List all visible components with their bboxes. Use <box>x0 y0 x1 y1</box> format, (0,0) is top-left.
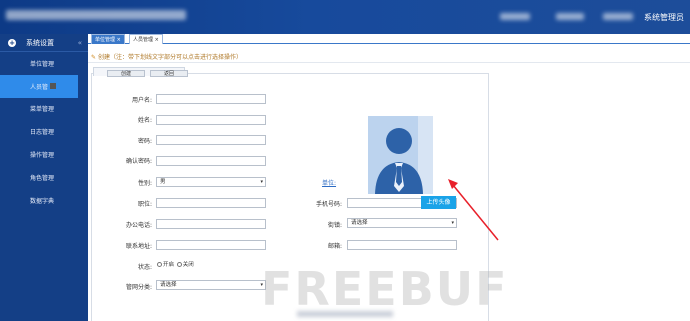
unit-link[interactable]: 单位: <box>322 178 336 187</box>
password-input[interactable] <box>156 135 266 145</box>
avatar-placeholder <box>368 116 433 194</box>
sidebar-item-label: 日志管理 <box>30 129 55 137</box>
sidebar-item-menu[interactable]: 菜单管理 <box>0 98 88 121</box>
chevron-down-icon: ▾ <box>260 282 263 288</box>
status-radio-group: 开启 关闭 <box>156 260 194 268</box>
email-input[interactable] <box>347 240 457 250</box>
sidebar-section-header[interactable]: + 系统设置 « <box>0 34 88 52</box>
street-select[interactable]: 请选择 ▾ <box>347 218 457 228</box>
upload-avatar-button[interactable]: 上传头像 <box>421 196 456 209</box>
sidebar-item-role[interactable]: 角色管理 <box>0 166 88 189</box>
system-admin-label[interactable]: 系统管理员 <box>644 12 684 23</box>
name-label: 姓名: <box>137 117 152 124</box>
office-phone-label: 办公电话: <box>125 222 152 229</box>
main-content: ✎ 创建（注：带下划线文字部分可以点击进行选择操作） 用户名: 姓名: 密码: 确… <box>88 45 690 321</box>
sidebar-item-label: 菜单管理 <box>30 106 55 114</box>
sidebar-section-title: 系统设置 <box>26 38 54 47</box>
sidebar-item-log[interactable]: 日志管理 <box>0 120 88 143</box>
position-label: 职位: <box>137 201 152 208</box>
status-label: 状态: <box>137 264 152 271</box>
collapse-icon[interactable]: « <box>78 39 82 47</box>
chevron-down-icon: ▾ <box>451 220 454 226</box>
sidebar-item-dictionary[interactable]: 数据字典 <box>0 189 88 212</box>
create-button[interactable]: 创建 <box>107 70 145 77</box>
cursor-icon <box>50 83 57 90</box>
confirm-password-label: 确认密码: <box>125 158 152 165</box>
tab-personnel-management[interactable]: 人员管理 × <box>129 34 163 44</box>
action-toolbar: 创建 返回 <box>93 67 188 77</box>
top-bar: 系统管理员 <box>0 0 690 34</box>
gender-select[interactable]: 男 ▾ <box>156 177 266 187</box>
status-open-radio[interactable] <box>157 262 162 267</box>
confirm-password-input[interactable] <box>156 156 266 166</box>
name-input[interactable] <box>156 115 266 125</box>
street-label: 街镇: <box>327 222 342 229</box>
password-label: 密码: <box>137 138 152 145</box>
blurred-user-info <box>556 13 584 20</box>
address-input[interactable] <box>156 240 266 250</box>
sidebar-item-label: 单位管理 <box>30 60 55 68</box>
gender-label: 性别: <box>137 180 152 187</box>
username-label: 用户名: <box>131 97 152 104</box>
sidebar-item-label: 数据字典 <box>30 197 55 205</box>
create-form: 用户名: 姓名: 密码: 确认密码: 性别: 男 ▾ 职位: 办公电话: 联系地址… <box>91 73 489 321</box>
user-silhouette-icon <box>368 116 433 194</box>
tab-bar: 单位管理 × 人员管理 × <box>88 34 690 44</box>
chevron-down-icon: ▾ <box>260 179 263 185</box>
plus-icon: + <box>8 38 16 47</box>
tab-unit-management[interactable]: 单位管理 × <box>91 34 125 44</box>
blurred-user-info <box>500 13 530 20</box>
sidebar-item-unit[interactable]: 单位管理 <box>0 52 88 75</box>
address-label: 联系地址: <box>125 243 152 250</box>
blurred-user-info <box>603 13 633 20</box>
blurred-logo <box>6 10 186 20</box>
sidebar-item-operation[interactable]: 操作管理 <box>0 143 88 166</box>
divider <box>88 62 690 63</box>
edit-icon: ✎ <box>91 54 97 61</box>
sidebar-item-label: 角色管理 <box>30 174 55 182</box>
page-title: ✎ 创建（注：带下划线文字部分可以点击进行选择操作） <box>91 54 243 61</box>
grid-category-label: 管网分类: <box>125 284 152 291</box>
sidebar-item-label: 人员管 <box>30 83 49 91</box>
username-input[interactable] <box>156 94 266 104</box>
office-phone-input[interactable] <box>156 219 266 229</box>
back-button[interactable]: 返回 <box>150 70 188 77</box>
mobile-label: 手机号码: <box>315 201 342 208</box>
sidebar: + 系统设置 « 单位管理 人员管 菜单管理 日志管理 操作管理 角色管理 数据… <box>0 34 88 321</box>
email-label: 邮箱: <box>327 243 342 250</box>
status-close-radio[interactable] <box>176 262 182 267</box>
sidebar-item-label: 操作管理 <box>30 152 55 160</box>
grid-category-select[interactable]: 请选择 ▾ <box>156 280 266 290</box>
position-input[interactable] <box>156 198 266 208</box>
sidebar-item-personnel[interactable]: 人员管 <box>0 74 78 98</box>
